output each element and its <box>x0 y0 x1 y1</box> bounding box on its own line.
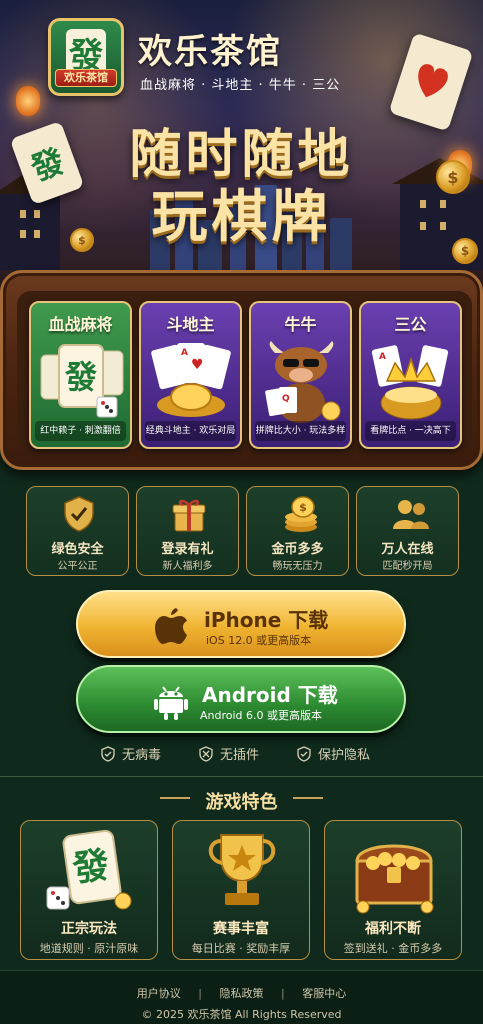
bull-mascot-icon: Q <box>265 341 341 423</box>
trophy-icon <box>208 834 276 905</box>
iphone-download-button[interactable]: iPhone 下载 iOS 12.0 或更高版本 <box>76 590 406 658</box>
trust-badges: 无病毒 无插件 保护隐私 <box>0 744 483 766</box>
copyright: © 2025 欢乐茶馆 All Rights Reserved <box>141 1008 342 1021</box>
feature-title: 万人在线 <box>381 542 434 557</box>
coins-icon: $ <box>285 496 317 532</box>
section-divider <box>0 776 483 777</box>
trust-label: 保护隐私 <box>318 748 371 763</box>
feature-sub: 畅玩无压力 <box>272 561 323 572</box>
gift-icon <box>172 499 206 532</box>
users-icon <box>393 500 429 529</box>
game-feature-title: 赛事丰富 <box>213 921 269 937</box>
game-card-sangong[interactable]: 三公 A 看牌比点 · 一决高下 <box>359 301 462 449</box>
game-desc: 经典斗地主 · 欢乐对局 <box>145 421 236 441</box>
playing-cards-gold-ingot-icon: A ♥ <box>151 343 231 417</box>
game-name: 牛牛 <box>284 315 317 334</box>
feature-sub: 公平公正 <box>57 561 98 572</box>
game-feature-tournament: 赛事丰富 每日比赛 · 奖励丰厚 <box>172 820 310 960</box>
feature-safe: 绿色安全 公平公正 <box>26 486 129 576</box>
iphone-download-label: iPhone 下载 <box>204 608 329 632</box>
trust-no-plugin: 无插件 <box>198 744 259 763</box>
game-feature-sub: 签到送礼 · 金币多多 <box>343 942 443 955</box>
footer-links: 用户协议 | 隐私政策 | 客服中心 <box>0 985 483 1001</box>
footer-link-terms[interactable]: 用户协议 <box>137 987 181 1000</box>
app-logo: 發 欢乐茶馆 <box>48 18 124 96</box>
shield-check-icon <box>297 745 311 762</box>
svg-text:Q: Q <box>282 394 290 404</box>
game-card-mahjong[interactable]: 血战麻将 發 红中赖子 · 刺激翻倍 <box>29 301 132 449</box>
feature-gift: 登录有礼 新人福利多 <box>136 486 239 576</box>
svg-text:發: 發 <box>64 358 97 396</box>
game-features-title: 游戏特色 <box>205 792 278 813</box>
game-feature-title: 福利不断 <box>365 921 421 937</box>
footer-link-privacy[interactable]: 隐私政策 <box>220 987 264 1000</box>
hero-banner: 發 欢乐茶馆 欢乐茶馆 血战麻将 · 斗地主 · 牛牛 · 三公 發 $ $ $… <box>0 0 483 300</box>
app-title: 欢乐茶馆 <box>138 32 282 72</box>
game-feature-rewards: 福利不断 签到送礼 · 金币多多 <box>324 820 462 960</box>
game-name: 斗地主 <box>166 315 215 334</box>
android-download-button[interactable]: Android 下载 Android 6.0 或更高版本 <box>76 665 406 733</box>
feature-online: 万人在线 匹配秒开局 <box>356 486 459 576</box>
game-card-doudizhu[interactable]: 斗地主 A ♥ 经典斗地主 · 欢乐对局 <box>139 301 242 449</box>
trust-label: 无病毒 <box>122 748 162 763</box>
feature-coins: $ 金币多多 畅玩无压力 <box>246 486 349 576</box>
game-feature-sub: 每日比赛 · 奖励丰厚 <box>191 942 291 955</box>
game-desc: 红中赖子 · 刺激翻倍 <box>35 421 126 441</box>
svg-text:發: 發 <box>69 845 111 891</box>
slogan-line-2: 玩棋牌 <box>151 184 332 250</box>
game-desc: 拼牌比大小 · 玩法多样 <box>255 421 346 441</box>
footer-separator: | <box>198 987 202 1000</box>
footer-separator: | <box>281 987 285 1000</box>
android-download-label: Android 下载 <box>202 683 338 707</box>
game-name: 三公 <box>394 315 427 334</box>
trust-label: 无插件 <box>220 748 260 763</box>
title-decoration-right <box>293 797 323 799</box>
game-feature-sub: 地道规则 · 原汁原味 <box>39 942 139 955</box>
feature-sub: 匹配秒开局 <box>382 561 433 572</box>
app-subtitle: 血战麻将 · 斗地主 · 牛牛 · 三公 <box>140 78 341 93</box>
game-board: 血战麻将 發 红中赖子 · 刺激翻倍 斗地主 A ♥ 经典斗地主 · 欢乐对局 … <box>0 270 483 470</box>
android-icon <box>154 686 188 720</box>
svg-text:♥: ♥ <box>191 357 204 373</box>
feature-title: 金币多多 <box>271 542 324 557</box>
feature-title: 登录有礼 <box>161 542 214 557</box>
no-plugin-icon <box>199 745 213 762</box>
game-card-niuniu[interactable]: 牛牛 Q 拼牌比大小 · 玩法多样 <box>249 301 352 449</box>
game-desc: 看牌比点 · 一决高下 <box>365 421 456 441</box>
game-feature-authentic: 發 正宗玩法 地道规则 · 原汁原味 <box>20 820 158 960</box>
trust-no-virus: 无病毒 <box>100 744 161 763</box>
treasure-chest-icon <box>355 844 434 914</box>
feature-row: 绿色安全 公平公正 登录有礼 新人福利多 $ 金币多多 畅玩无压力 万人在线 匹… <box>0 486 483 578</box>
mahjong-tile-icon: 發 <box>46 829 132 910</box>
svg-text:$: $ <box>299 501 307 514</box>
footer: 用户协议 | 隐私政策 | 客服中心 © 2025 欢乐茶馆 All Right… <box>0 970 483 1024</box>
logo-ribbon: 欢乐茶馆 <box>55 69 117 87</box>
android-version-note: Android 6.0 或更高版本 <box>200 709 323 722</box>
shield-check-icon <box>101 745 115 762</box>
crown-treasure-icon: A <box>371 345 449 420</box>
shield-check-icon <box>64 496 94 532</box>
apple-icon <box>155 608 187 644</box>
game-feature-title: 正宗玩法 <box>61 921 117 937</box>
mahjong-tiles-icon: 發 <box>40 344 124 418</box>
game-name: 血战麻将 <box>48 315 113 334</box>
iphone-version-note: iOS 12.0 或更高版本 <box>206 634 312 647</box>
footer-link-support[interactable]: 客服中心 <box>302 987 346 1000</box>
trust-privacy: 保护隐私 <box>296 744 370 763</box>
svg-text:A: A <box>181 348 188 358</box>
feature-title: 绿色安全 <box>51 542 104 557</box>
feature-sub: 新人福利多 <box>162 561 213 572</box>
svg-text:A: A <box>379 352 386 362</box>
